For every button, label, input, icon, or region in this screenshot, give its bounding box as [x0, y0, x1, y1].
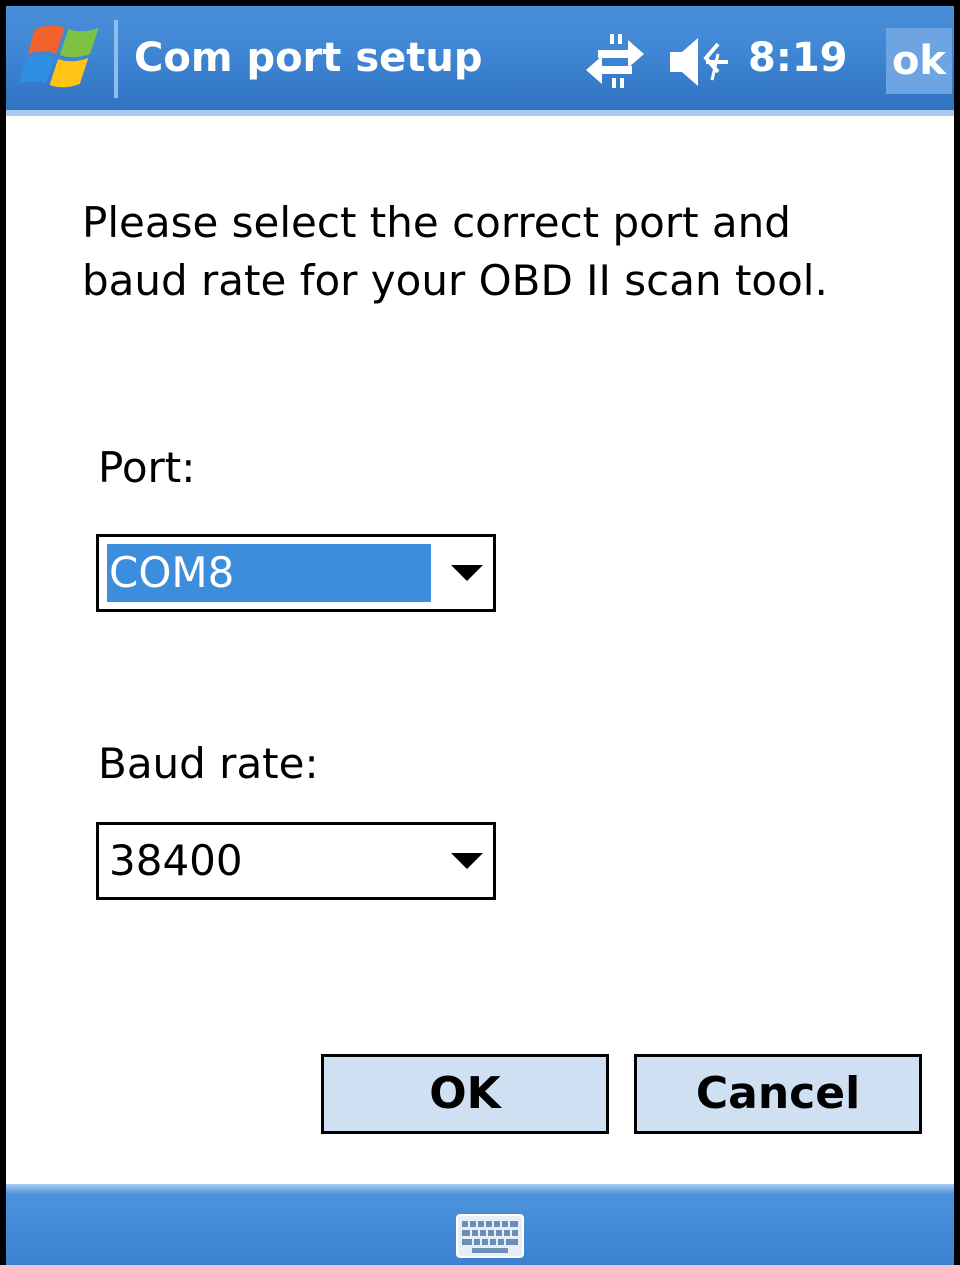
title-separator: [114, 20, 118, 98]
baud-rate-label: Baud rate:: [98, 739, 319, 788]
screen: Com port setup 8:19 ok Please select the…: [0, 0, 960, 1265]
chevron-down-icon[interactable]: [451, 853, 483, 869]
clock[interactable]: 8:19: [748, 28, 848, 88]
title-ok-button[interactable]: ok: [886, 28, 952, 94]
baud-rate-dropdown-value: 38400: [109, 836, 243, 885]
windows-start-icon[interactable]: [18, 20, 104, 94]
port-dropdown-value: COM8: [107, 544, 431, 602]
chevron-down-icon[interactable]: [451, 565, 483, 581]
port-label: Port:: [98, 443, 196, 492]
speaker-muted-icon[interactable]: [666, 34, 738, 90]
connectivity-icon[interactable]: [584, 30, 646, 90]
title-bar: Com port setup 8:19 ok: [6, 6, 954, 116]
baud-rate-dropdown[interactable]: 38400: [96, 822, 496, 900]
ok-button[interactable]: OK: [321, 1054, 609, 1134]
port-dropdown[interactable]: COM8: [96, 534, 496, 612]
instructions-text: Please select the correct port and baud …: [82, 198, 828, 305]
cancel-button[interactable]: Cancel: [634, 1054, 922, 1134]
menu-bar: [6, 1184, 954, 1265]
keyboard-icon[interactable]: [456, 1214, 524, 1258]
window-title: Com port setup: [134, 35, 483, 81]
